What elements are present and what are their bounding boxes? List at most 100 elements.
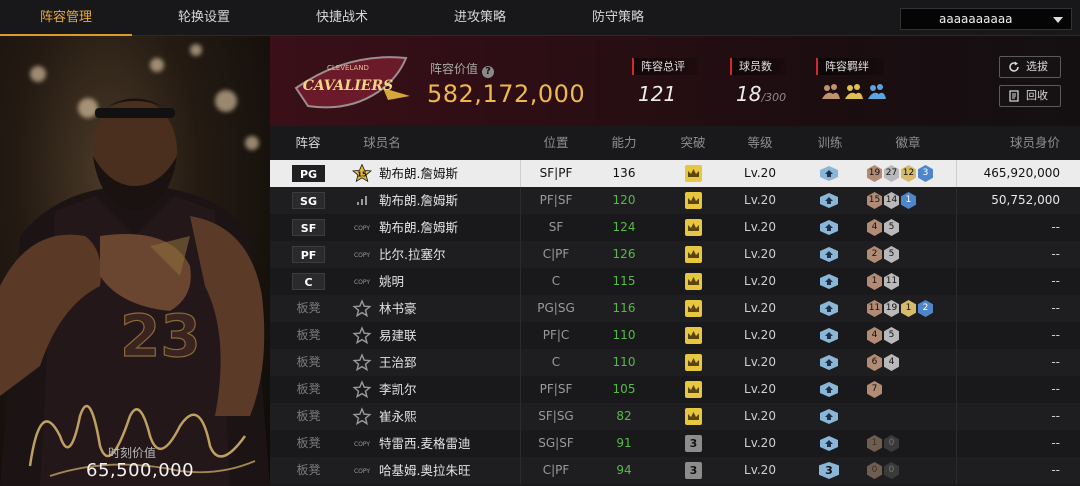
training-icon[interactable]: [819, 301, 839, 316]
lineup-value: 582,172,000: [427, 80, 586, 108]
help-icon[interactable]: ?: [482, 66, 495, 78]
badge-count[interactable]: 5: [884, 327, 899, 344]
tab-offense-strategy[interactable]: 进攻策略: [416, 0, 544, 36]
player-name[interactable]: 比尔.拉塞尔: [379, 241, 445, 268]
badge-count[interactable]: 0: [884, 462, 899, 479]
table-row[interactable]: SF COPY 勒布朗.詹姆斯 SF 124 Lv.20 4 5 --: [270, 214, 1080, 241]
player-name[interactable]: 姚明: [379, 268, 404, 295]
tab-defense-strategy[interactable]: 防守策略: [554, 0, 682, 36]
star-icon: [352, 353, 372, 372]
training-icon[interactable]: [819, 247, 839, 262]
player-name[interactable]: 崔永熙: [379, 403, 417, 430]
col-position[interactable]: 位置: [528, 126, 584, 160]
training-icon[interactable]: [819, 355, 839, 370]
tab-lineup-management[interactable]: 阵容管理: [0, 0, 132, 36]
badge-count[interactable]: 7: [867, 381, 882, 398]
table-row[interactable]: C COPY 姚明 C 115 Lv.20 1 11 --: [270, 268, 1080, 295]
breakthrough-count[interactable]: 3: [685, 435, 702, 452]
scout-button[interactable]: 选拔: [999, 56, 1061, 78]
player-name[interactable]: 王治郅: [379, 349, 417, 376]
badge-count[interactable]: 11: [884, 273, 899, 290]
player-level: Lv.20: [744, 382, 776, 396]
breakthrough-crown-icon[interactable]: [685, 327, 702, 344]
breakthrough-crown-icon[interactable]: [685, 165, 702, 182]
player-name[interactable]: 勒布朗.詹姆斯: [379, 187, 458, 214]
table-row[interactable]: PF COPY 比尔.拉塞尔 C|PF 126 Lv.20 2 5 --: [270, 241, 1080, 268]
table-row[interactable]: SG 勒布朗.詹姆斯 PF|SF 120 Lv.20 15 14 1 50,752,000: [270, 187, 1080, 214]
player-name[interactable]: 李凯尔: [379, 376, 417, 403]
badge-count[interactable]: 4: [867, 327, 882, 344]
badge-count[interactable]: 6: [867, 354, 882, 371]
badge-count[interactable]: 3: [918, 165, 933, 182]
player-position: PF|SF: [539, 193, 573, 207]
table-row[interactable]: 板凳 王治郅 C 110 Lv.20 6 4 --: [270, 349, 1080, 376]
training-icon[interactable]: [819, 436, 839, 451]
badge-count[interactable]: 2: [918, 300, 933, 317]
badge-count[interactable]: 4: [867, 219, 882, 236]
badge-count[interactable]: 0: [867, 462, 882, 479]
player-name[interactable]: 勒布朗.詹姆斯: [379, 160, 458, 187]
lineup-slot: PG: [292, 165, 325, 182]
featured-player-panel[interactable]: 23 时刻价值 65,500,000: [0, 36, 270, 486]
training-icon[interactable]: [819, 382, 839, 397]
table-row[interactable]: 板凳 李凯尔 PF|SF 105 Lv.20 7 --: [270, 376, 1080, 403]
player-name[interactable]: 特雷西.麦格雷迪: [379, 430, 470, 457]
badge-count[interactable]: 27: [884, 165, 899, 182]
breakthrough-crown-icon[interactable]: [685, 300, 702, 317]
training-icon[interactable]: [819, 409, 839, 424]
tab-rotation-settings[interactable]: 轮换设置: [140, 0, 268, 36]
training-icon[interactable]: [819, 274, 839, 289]
badge-count[interactable]: 15: [867, 192, 882, 209]
col-training[interactable]: 训练: [802, 126, 858, 160]
training-icon[interactable]: [819, 193, 839, 208]
col-player-value[interactable]: 球员身价: [1000, 126, 1070, 160]
breakthrough-crown-icon[interactable]: [685, 192, 702, 209]
player-name[interactable]: 林书豪: [379, 295, 417, 322]
col-ability[interactable]: 能力: [596, 126, 652, 160]
badge-count[interactable]: 1: [867, 435, 882, 452]
col-level[interactable]: 等级: [732, 126, 788, 160]
table-row[interactable]: 板凳 易建联 PF|C 110 Lv.20 4 5 --: [270, 322, 1080, 349]
player-value: 465,920,000: [983, 166, 1060, 180]
breakthrough-crown-icon[interactable]: [685, 273, 702, 290]
badge-count[interactable]: 5: [884, 246, 899, 263]
player-name[interactable]: 哈基姆.奥拉朱旺: [379, 457, 470, 484]
training-icon[interactable]: [819, 328, 839, 343]
badge-count[interactable]: 1: [867, 273, 882, 290]
table-row[interactable]: 板凳 COPY 特雷西.麦格雷迪 SG|SF 91 3 Lv.20 1 0 --: [270, 430, 1080, 457]
breakthrough-count[interactable]: 3: [685, 462, 702, 479]
table-row[interactable]: 板凳 崔永熙 SF|SG 82 Lv.20 --: [270, 403, 1080, 430]
badge-count[interactable]: 4: [884, 354, 899, 371]
breakthrough-crown-icon[interactable]: [685, 246, 702, 263]
badge-count[interactable]: 1: [901, 192, 916, 209]
breakthrough-crown-icon[interactable]: [685, 219, 702, 236]
badge-count[interactable]: 12: [901, 165, 916, 182]
tab-quick-tactics[interactable]: 快捷战术: [278, 0, 406, 36]
col-badges[interactable]: 徽章: [880, 126, 936, 160]
table-row[interactable]: 板凳 林书豪 PG|SG 116 Lv.20 11 19 1 2 --: [270, 295, 1080, 322]
team-select-dropdown[interactable]: aaaaaaaaaa: [900, 8, 1072, 30]
badge-count[interactable]: 2: [867, 246, 882, 263]
table-row[interactable]: PG 15 勒布朗.詹姆斯 SF|PF 136 Lv.20 19 27 12 3 465,920,0…: [270, 160, 1080, 187]
breakthrough-crown-icon[interactable]: [685, 408, 702, 425]
badge-count[interactable]: 19: [867, 165, 882, 182]
col-lineup[interactable]: 阵容: [282, 126, 334, 160]
training-icon[interactable]: [819, 166, 839, 181]
badge-count[interactable]: 5: [884, 219, 899, 236]
recycle-button[interactable]: 回收: [999, 85, 1061, 107]
training-level[interactable]: 3: [819, 462, 839, 479]
breakthrough-crown-icon[interactable]: [685, 381, 702, 398]
player-name[interactable]: 易建联: [379, 322, 417, 349]
badge-count[interactable]: 1: [901, 300, 916, 317]
player-name[interactable]: 勒布朗.詹姆斯: [379, 214, 458, 241]
badge-count[interactable]: 0: [884, 435, 899, 452]
badge-count[interactable]: 11: [867, 300, 882, 317]
training-icon[interactable]: [819, 220, 839, 235]
badge-count[interactable]: 14: [884, 192, 899, 209]
badge-count[interactable]: 19: [884, 300, 899, 317]
table-row[interactable]: 板凳 COPY 哈基姆.奥拉朱旺 C|PF 94 3 Lv.20 3 0 0 --: [270, 457, 1080, 484]
bond-icons[interactable]: [821, 82, 891, 104]
breakthrough-crown-icon[interactable]: [685, 354, 702, 371]
col-breakthrough[interactable]: 突破: [665, 126, 721, 160]
col-player-name[interactable]: 球员名: [352, 126, 412, 160]
